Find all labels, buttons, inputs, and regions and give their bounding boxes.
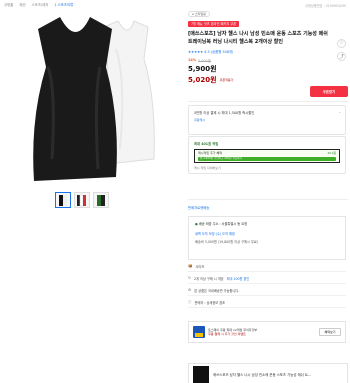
reward-extra-amount: 201원 bbox=[327, 151, 337, 155]
box-icon: 📦 bbox=[188, 264, 193, 268]
seller-badge[interactable]: ⌂ 스타일랑 bbox=[188, 10, 210, 17]
option-row-size[interactable]: 📦 사이즈 bbox=[188, 261, 346, 272]
cash-reward-title: 최대 401원 적립 bbox=[194, 142, 219, 146]
location-pin-icon: ● bbox=[195, 222, 198, 226]
divider bbox=[188, 101, 348, 102]
card-discount-text: 5만원 이상 결제 시 최대 1,500원 즉시할인 bbox=[194, 111, 255, 115]
thumbnail-3[interactable] bbox=[93, 192, 109, 208]
benefit-button[interactable]: 혜택보기 bbox=[319, 328, 341, 336]
product-title: [매쓰스포츠] 남자 헬스 나시 남성 민소매 운동 스포츠 기능성 메쉬 트레… bbox=[188, 31, 328, 45]
delivery-box: ● 배송 희망 주소 : 서울특별시 동 요청 새벽 도착 보장 (수) 도착 … bbox=[188, 216, 346, 260]
share-icon[interactable]: ⤴ bbox=[337, 52, 346, 61]
cash-reward-box: 최대 401원 적립 캐시적립 추가 혜택 201원 월 2,900원 가입하고… bbox=[188, 136, 346, 174]
breadcrumb-item[interactable]: 스포츠/레저 bbox=[32, 2, 49, 7]
breadcrumb-item[interactable]: 패션 bbox=[19, 2, 25, 7]
breadcrumb: 쿠팡홈 패션 스포츠/레저 1 스포츠의류 쿠팡상품번호 : 310995429… bbox=[0, 0, 350, 9]
option-row-seller[interactable]: ⓘ 판매자 : 상세정보 참조 bbox=[188, 297, 346, 308]
product-main-image[interactable] bbox=[16, 9, 164, 189]
review-count: 4.5 (상품평 308개) bbox=[204, 50, 234, 55]
thumbnail-2[interactable] bbox=[74, 192, 90, 208]
option-row-shipping: ⚙ 본 상품은 국내배송만 가능합니다. bbox=[188, 285, 346, 296]
reward-membership-banner[interactable]: 캐시적립 추가 혜택 201원 월 2,900원 가입하고 401원 적립하기 bbox=[194, 149, 340, 163]
thumbnail-1[interactable] bbox=[55, 192, 71, 208]
related-product-bar[interactable]: 매쓰스포츠 남자 헬스 나시 남성 민소매 운동 스포츠 기능성 메쉬 트... bbox=[188, 363, 348, 383]
product-number: 쿠팡상품번호 : 3109954290 bbox=[305, 4, 346, 8]
card-discount-sub: 쿠팡캐시 bbox=[194, 118, 206, 122]
reward-extra-text: 캐시적립 추가 혜택 bbox=[198, 151, 222, 155]
heart-icon[interactable]: ♡ bbox=[337, 39, 346, 48]
thumbnail-strip bbox=[55, 192, 109, 208]
coupon-price-label: 쿠폰적용가 bbox=[219, 78, 234, 83]
delivery-fee: 배송비 3,000원 (19,800원 이상 구매시 무료) bbox=[195, 240, 259, 244]
seller-name: 스타일랑 bbox=[194, 11, 206, 16]
info-icon: ⓘ bbox=[188, 299, 192, 304]
payment-promo-line2: 쿠팡 결제 시 추가 할인 이벤트 bbox=[208, 332, 246, 336]
coupon-price: 5,020원 bbox=[188, 76, 217, 85]
option-row-bulk[interactable]: ↻ 2개 이상 구매 시 개당 최대 100원 할인 bbox=[188, 273, 346, 284]
reward-progress-fill: 월 2,900원 가입하고 401원 적립하기 bbox=[198, 156, 336, 161]
discount-percent: 14% bbox=[188, 58, 197, 63]
rating[interactable]: ★★★★★ 4.5 (상품평 308개) bbox=[188, 49, 348, 55]
breadcrumb-item[interactable]: 쿠팡홈 bbox=[4, 2, 13, 7]
card-brand-logo bbox=[193, 326, 205, 338]
original-price: 5,900원 bbox=[198, 59, 211, 64]
sale-price: 5,900원 bbox=[188, 65, 217, 74]
shop-icon: ⌂ bbox=[192, 11, 194, 16]
breadcrumb-item[interactable]: 1 스포츠의류 bbox=[54, 2, 73, 7]
gear-icon: ⚙ bbox=[188, 288, 192, 292]
payment-promo-box: 토스페이 쿠팡 최대 12개월 무이자할부 쿠팡 결제 시 추가 할인 이벤트 … bbox=[188, 321, 346, 343]
related-product-thumbnail bbox=[193, 366, 209, 383]
related-product-title: 매쓰스포츠 남자 헬스 나시 남성 민소매 운동 스포츠 기능성 메쉬 트... bbox=[213, 372, 312, 377]
reward-details-link[interactable]: 캐시 적립 자세히보기 bbox=[194, 166, 340, 170]
delivery-address[interactable]: ● 배송 희망 주소 : 서울특별시 동 요청 bbox=[195, 221, 339, 226]
delivery-header: 판매자로켓배송 bbox=[188, 206, 210, 210]
card-discount-box[interactable]: 5만원 이상 결제 시 최대 1,500원 즉시할인 쿠팡캐시 ⌄ bbox=[188, 105, 346, 135]
promo-badge[interactable]: 7월 메뉴 잇츠 온라인 패키지 쿠폰 bbox=[188, 21, 240, 27]
tank-top-photo bbox=[33, 17, 155, 181]
coupon-download-button[interactable]: 쿠폰받기 bbox=[310, 86, 348, 97]
divider bbox=[188, 199, 348, 200]
refresh-icon: ↻ bbox=[188, 276, 192, 280]
product-info-column: ⌂ 스타일랑 7월 메뉴 잇츠 온라인 패키지 쿠폰 [매쓰스포츠] 남자 헬스… bbox=[188, 9, 348, 383]
delivery-eta: 새벽 도착 보장 (수) 도착 예정 bbox=[195, 232, 235, 236]
star-rating-icon: ★★★★★ bbox=[188, 49, 204, 54]
chevron-down-icon: ⌄ bbox=[338, 110, 341, 114]
